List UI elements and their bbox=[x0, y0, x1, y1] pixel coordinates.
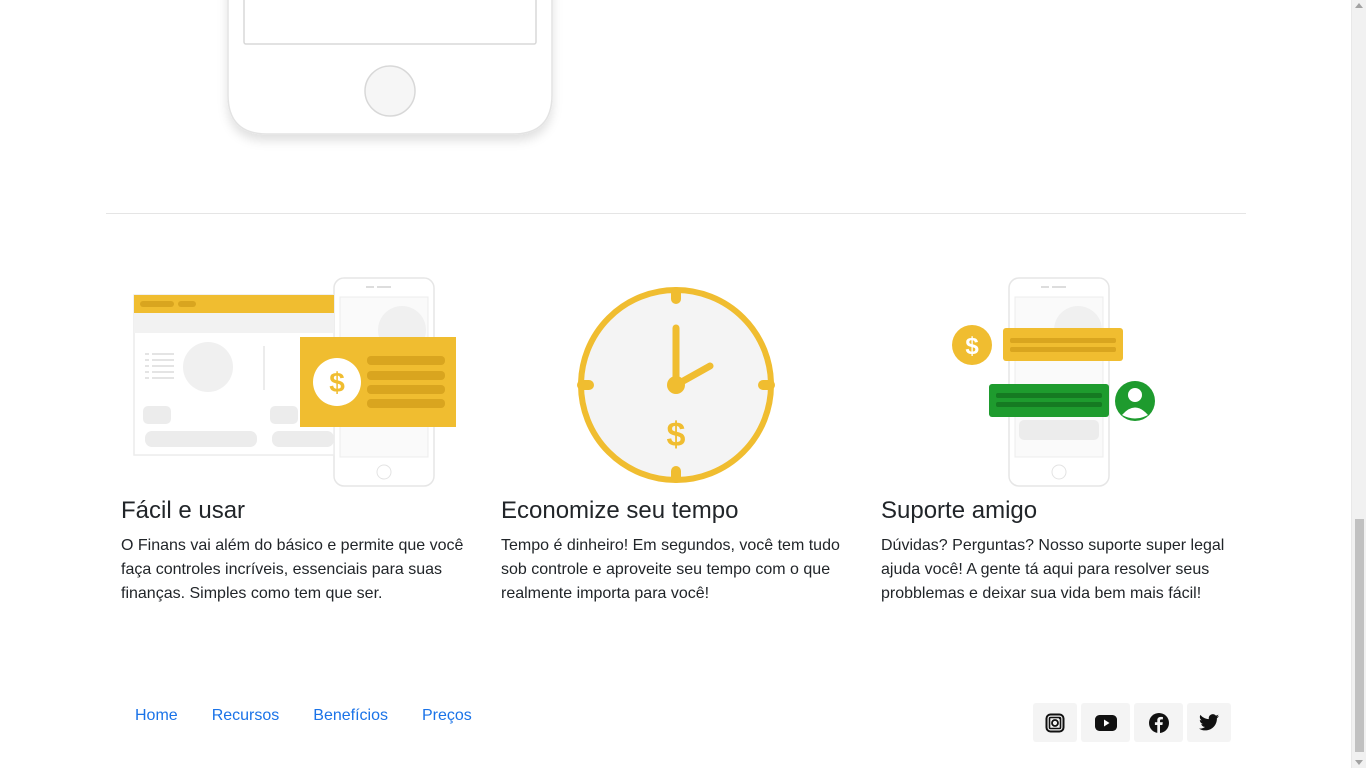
feature-title: Fácil e usar bbox=[121, 497, 246, 524]
footer-link-home[interactable]: Home bbox=[118, 700, 195, 731]
page-scrollbar[interactable] bbox=[1351, 0, 1366, 768]
svg-text:$: $ bbox=[329, 367, 345, 398]
feature-title: Suporte amigo bbox=[881, 497, 1038, 524]
feature-title: Economize seu tempo bbox=[501, 497, 739, 524]
footer-link-recursos[interactable]: Recursos bbox=[195, 700, 297, 731]
dashboard-card-icon: $ bbox=[121, 270, 471, 492]
feature-easy: $ Fácil e usar O Finans vai além do bási… bbox=[121, 270, 471, 606]
chat-support-icon: $ bbox=[881, 270, 1231, 492]
feature-support: $ Suporte amigo Dúvidas? Perguntas? Noss… bbox=[881, 270, 1231, 606]
facebook-icon bbox=[1148, 712, 1169, 733]
feature-text: Dúvidas? Perguntas? Nosso suporte super … bbox=[881, 537, 1225, 602]
footer-link-beneficios[interactable]: Benefícios bbox=[296, 700, 405, 731]
twitter-button[interactable] bbox=[1187, 703, 1231, 742]
footer-link-precos[interactable]: Preços bbox=[405, 700, 489, 731]
page: $ Fácil e usar O Finans vai além do bási… bbox=[0, 0, 1366, 768]
feature-time: $ Economize seu tempo Tempo é dinheiro! … bbox=[501, 270, 851, 606]
phone-mockup-image bbox=[200, 0, 580, 160]
scrollbar-thumb[interactable] bbox=[1355, 519, 1364, 752]
section-divider bbox=[106, 213, 1246, 214]
scroll-up-icon[interactable] bbox=[1355, 3, 1363, 8]
clock-dollar-icon: $ bbox=[501, 270, 851, 492]
youtube-icon bbox=[1094, 714, 1117, 731]
svg-text:$: $ bbox=[667, 416, 686, 454]
feature-text: O Finans vai além do básico e permite qu… bbox=[121, 537, 464, 602]
svg-text:$: $ bbox=[965, 333, 979, 360]
instagram-icon bbox=[1045, 713, 1065, 732]
social-links bbox=[1033, 703, 1231, 742]
instagram-button[interactable] bbox=[1033, 703, 1077, 742]
scroll-down-icon[interactable] bbox=[1355, 760, 1363, 765]
facebook-button[interactable] bbox=[1134, 703, 1183, 742]
footer-nav: Home Recursos Benefícios Preços bbox=[118, 700, 489, 731]
youtube-button[interactable] bbox=[1081, 703, 1130, 742]
twitter-icon bbox=[1199, 714, 1219, 731]
feature-text: Tempo é dinheiro! Em segundos, você tem … bbox=[501, 537, 840, 602]
